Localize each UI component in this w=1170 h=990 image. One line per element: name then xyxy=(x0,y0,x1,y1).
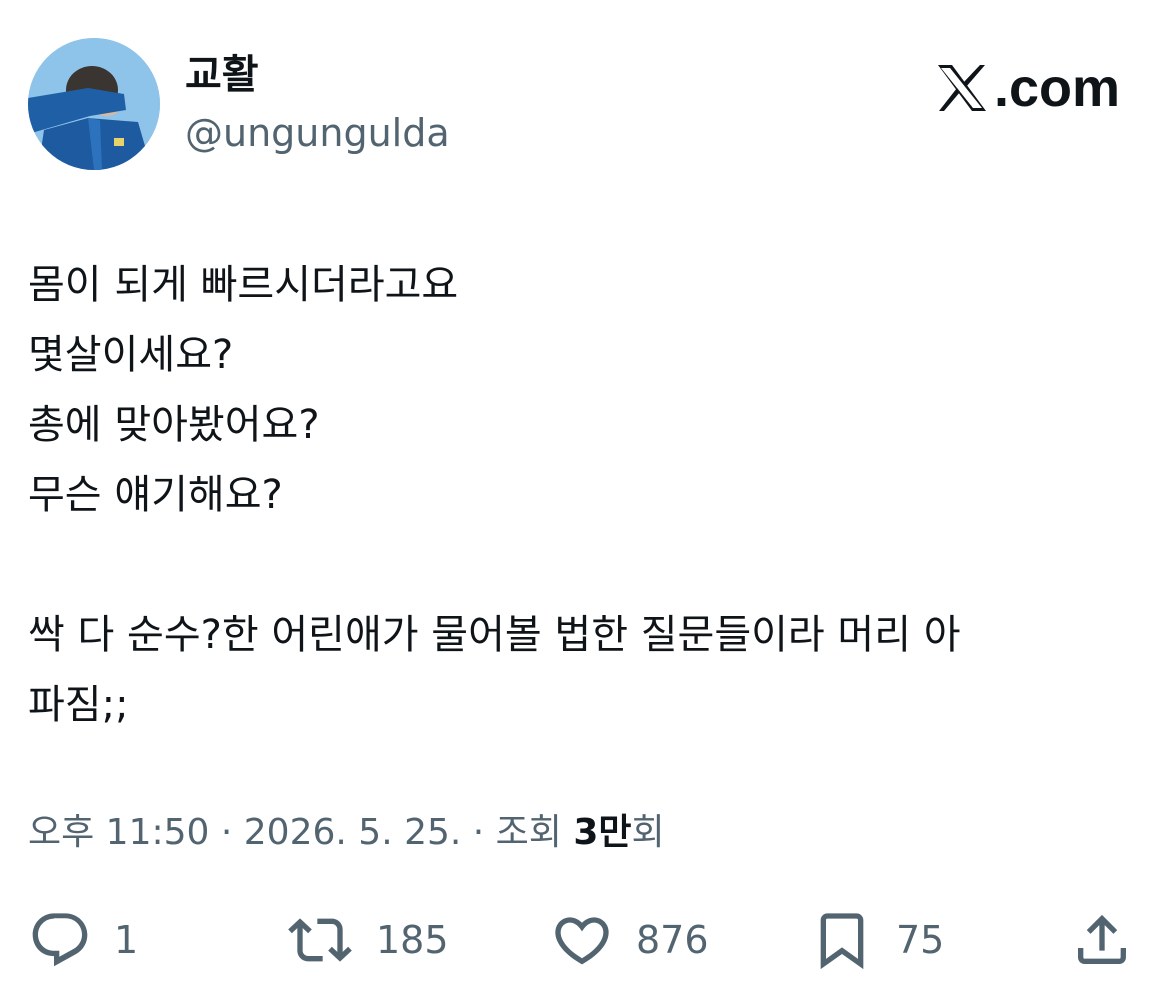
tweet-text: 몸이 되게 빠르시더라고요 몇살이세요? 총에 맞아봤어요? 무슨 얘기해요? … xyxy=(28,250,1128,740)
avatar[interactable] xyxy=(28,38,160,170)
tweet-line: 무슨 얘기해요? xyxy=(28,472,283,518)
meta-separator: · xyxy=(461,812,496,853)
tweet-line: 몸이 되게 빠르시더라고요 xyxy=(28,262,459,308)
views-count: 3만 xyxy=(573,812,632,853)
tweet-time[interactable]: 오후 11:50 xyxy=(28,812,209,853)
like-count: 876 xyxy=(636,918,709,962)
display-name[interactable]: 교활 xyxy=(185,50,259,100)
views-prefix: 조회 xyxy=(495,812,574,853)
retweet-icon xyxy=(288,918,352,962)
heart-icon xyxy=(555,917,609,965)
reply-count: 1 xyxy=(114,918,139,962)
bookmark-button[interactable]: 75 xyxy=(810,908,944,972)
tweet-line: 몇살이세요? xyxy=(28,332,234,378)
reply-button[interactable]: 1 xyxy=(28,908,138,972)
user-handle[interactable]: @ungungulda xyxy=(185,110,450,156)
avatar-photo xyxy=(28,38,160,170)
retweet-count: 185 xyxy=(376,918,449,962)
tweet-line: 파짐;; xyxy=(28,682,129,728)
bookmark-icon xyxy=(820,913,864,970)
tweet-line: 총에 맞아봤어요? xyxy=(28,402,320,448)
share-button[interactable] xyxy=(1070,908,1134,972)
retweet-button[interactable]: 185 xyxy=(286,908,449,972)
meta-separator: · xyxy=(209,812,244,853)
tweet-date[interactable]: 2026. 5. 25. xyxy=(244,812,462,853)
share-icon xyxy=(1078,914,1126,964)
tweet-line: 싹 다 순수?한 어린애가 물어볼 법한 질문들이라 머리 아 xyxy=(28,612,961,658)
views-suffix: 회 xyxy=(631,812,665,853)
x-logo-icon xyxy=(937,65,986,111)
like-button[interactable]: 876 xyxy=(550,908,709,972)
tweet-meta: 오후 11:50 · 2026. 5. 25. · 조회 3만회 xyxy=(28,808,665,858)
brand-logo: .com xyxy=(936,58,1120,118)
bookmark-count: 75 xyxy=(896,918,945,962)
action-bar: 1 185 876 75 xyxy=(0,900,1170,980)
brand-text: .com xyxy=(993,58,1120,118)
reply-icon xyxy=(32,913,88,967)
